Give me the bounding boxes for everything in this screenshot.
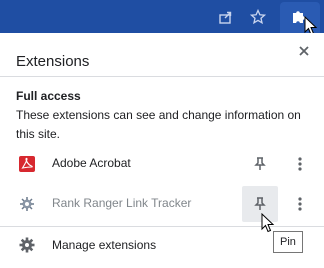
star-icon[interactable] [246,5,270,29]
extension-row-adobe-acrobat[interactable]: Adobe Acrobat [0,146,324,182]
rank-ranger-icon [18,195,36,213]
adobe-acrobat-icon [18,155,36,173]
pin-tooltip: Pin [273,231,303,253]
extension-name: Adobe Acrobat [52,156,131,170]
close-icon [299,46,309,56]
full-access-heading: Full access [16,89,81,103]
more-options-button[interactable] [290,152,310,176]
panel-title: Extensions [16,53,90,70]
more-options-button[interactable] [290,192,310,216]
extension-row-rank-ranger[interactable]: Rank Ranger Link Tracker [0,186,324,222]
close-button[interactable] [294,41,314,61]
browser-toolbar [0,0,324,36]
pin-icon [254,197,266,210]
divider [0,76,324,77]
share-icon[interactable] [214,5,238,29]
divider [0,226,324,227]
puzzle-icon[interactable] [287,5,311,29]
gear-icon [19,237,35,253]
extensions-menu: Extensions Full access These extensions … [0,33,324,268]
full-access-description: These extensions can see and change info… [16,108,301,141]
manage-extensions-label: Manage extensions [52,238,157,252]
pin-icon [254,157,266,170]
more-vert-icon [298,197,302,211]
more-vert-icon [298,157,302,171]
pin-button[interactable] [242,146,278,182]
extension-name: Rank Ranger Link Tracker [52,196,192,210]
pin-button[interactable] [242,186,278,222]
